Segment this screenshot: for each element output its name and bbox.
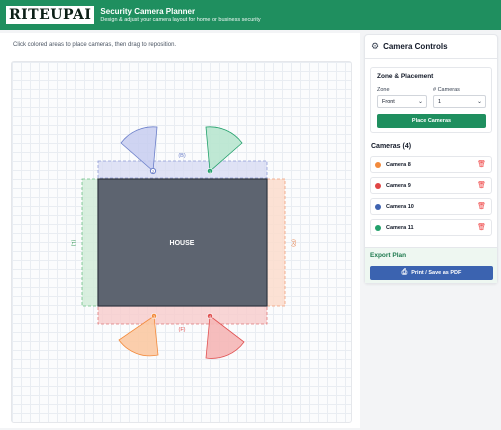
- camera-color-dot: [375, 203, 381, 210]
- camera-list-item[interactable]: Camera 8 🗑: [370, 156, 492, 173]
- trash-icon[interactable]: 🗑: [477, 202, 486, 210]
- printer-icon: ⎙: [401, 269, 408, 276]
- brand-logo: RITEUPAI: [6, 6, 95, 24]
- camera-id-2: 2: [152, 170, 154, 174]
- cameras-list-title: Cameras (4): [371, 143, 412, 150]
- print-pdf-button[interactable]: ⎙ Print / Save as PDF: [370, 266, 493, 280]
- camera-color-dot: [375, 224, 381, 231]
- zone-back[interactable]: [97, 160, 268, 179]
- trash-icon[interactable]: 🗑: [477, 181, 486, 189]
- camera-list-item[interactable]: Camera 10 🗑: [370, 198, 492, 215]
- camera-id-3: 3: [153, 315, 155, 319]
- num-cameras-value: 1: [438, 98, 442, 105]
- camera-id-4: 4: [209, 315, 211, 319]
- zone-right[interactable]: [266, 178, 286, 307]
- app-title: Security Camera Planner: [100, 6, 196, 16]
- zone-label-left: (L): [70, 240, 76, 247]
- chevron-down-icon: ⌄: [476, 99, 482, 105]
- camera-id-1: 1: [209, 170, 211, 174]
- export-title: Export Plan: [370, 252, 407, 259]
- camera-list-item[interactable]: Camera 11 🗑: [370, 219, 492, 236]
- instruction-text: Click colored areas to place cameras, th…: [13, 42, 177, 48]
- camera-name: Camera 11: [386, 224, 414, 231]
- camera-name: Camera 10: [386, 203, 414, 210]
- zone-placement-card: Zone & Placement Zone # Cameras Front ⌄ …: [370, 67, 492, 133]
- planner-panel: Click colored areas to place cameras, th…: [0, 33, 360, 428]
- camera-color-dot: [375, 161, 381, 168]
- app-subtitle: Design & adjust your camera layout for h…: [100, 16, 261, 23]
- camera-name: Camera 9: [386, 182, 411, 189]
- canvas-drawing: (B) (F) (L) (R) HOUSE 2 1 3 4: [70, 126, 296, 359]
- num-cameras-label: # Cameras: [433, 87, 460, 93]
- gear-icon: ⚙: [371, 41, 380, 51]
- trash-icon[interactable]: 🗑: [477, 223, 486, 231]
- num-cameras-select[interactable]: 1 ⌄: [433, 95, 486, 108]
- zone-label-back: (B): [178, 153, 186, 159]
- zone-section-title: Zone & Placement: [377, 73, 434, 80]
- zone-label-right: (R): [290, 239, 296, 247]
- controls-header: ⚙ Camera Controls: [365, 35, 497, 59]
- planner-canvas[interactable]: (B) (F) (L) (R) HOUSE 2 1 3 4: [11, 61, 352, 423]
- controls-title: Camera Controls: [383, 42, 448, 51]
- zone-label-front: (F): [178, 327, 185, 333]
- camera-name: Camera 8: [386, 161, 411, 168]
- chevron-down-icon: ⌄: [417, 99, 423, 105]
- camera-color-dot: [375, 182, 381, 189]
- camera-controls-panel: ⚙ Camera Controls Zone & Placement Zone …: [364, 34, 498, 284]
- zone-front[interactable]: [97, 305, 268, 325]
- zone-select-value: Front: [382, 98, 395, 105]
- camera-list-item[interactable]: Camera 9 🗑: [370, 177, 492, 194]
- house-label: HOUSE: [170, 240, 195, 247]
- zone-left[interactable]: [81, 178, 99, 307]
- header-titles: Security Camera Planner Design & adjust …: [100, 7, 260, 24]
- place-cameras-button[interactable]: Place Cameras: [377, 114, 486, 128]
- trash-icon[interactable]: 🗑: [477, 160, 486, 168]
- print-button-label: Print / Save as PDF: [411, 270, 462, 276]
- zone-label: Zone: [377, 87, 390, 93]
- zone-select[interactable]: Front ⌄: [377, 95, 427, 108]
- app-header: RITEUPAI Security Camera Planner Design …: [0, 0, 501, 30]
- export-section: Export Plan ⎙ Print / Save as PDF: [365, 247, 497, 283]
